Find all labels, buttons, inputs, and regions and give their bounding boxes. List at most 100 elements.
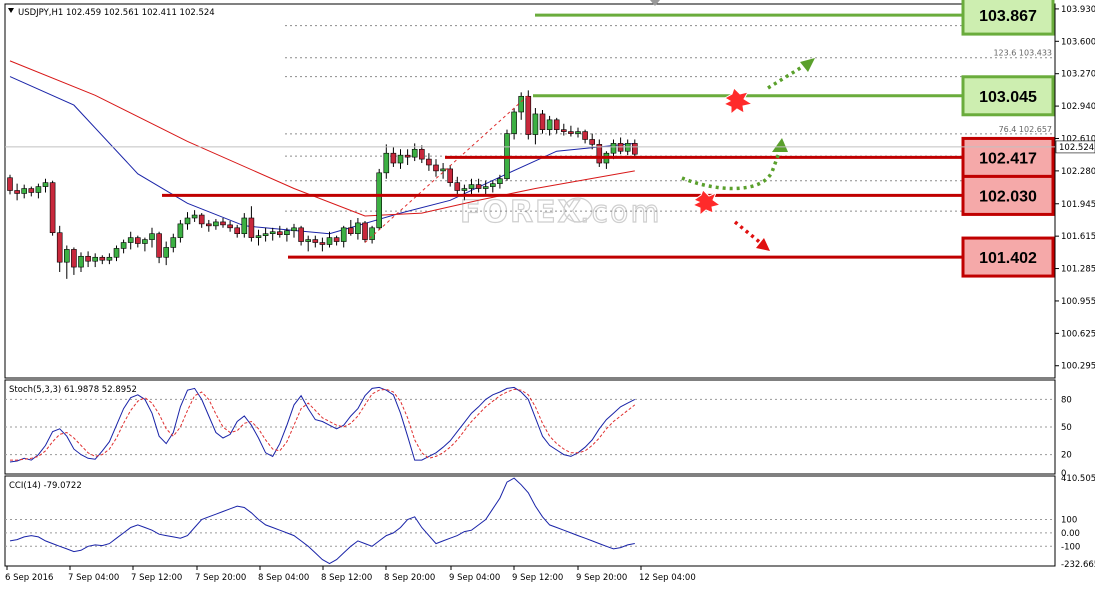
candle-body [454,182,461,191]
candle-body [184,217,191,225]
time-tick-label: 12 Sep 04:00 [639,573,696,583]
candle-body [227,224,233,229]
candle-body [71,249,77,268]
candle-body [582,131,588,140]
candle-body [213,221,219,227]
candle-body [28,188,35,193]
candle-body [568,131,574,134]
candle-body [42,182,49,187]
candle-body [291,227,297,232]
price-tick-label: 100.625 [1061,329,1095,339]
candle-body [468,184,475,189]
candle-body [14,190,20,194]
candle-body [319,242,326,245]
candle-body [589,139,596,145]
candle-body [489,183,496,187]
candle-body [411,148,418,158]
current-price-label: 102.524 [1059,143,1094,153]
candle-body [475,184,482,189]
candle-body [106,256,113,261]
candle-body [404,154,411,158]
candle-body [312,239,319,243]
candle-body [447,168,454,183]
candle-body [355,222,361,235]
candle-body [78,255,84,268]
candle-body [163,247,169,258]
candle-body [560,129,567,132]
candle-body [397,154,404,164]
stoch-tick-label: 20 [1061,451,1072,461]
fib-level-label: 123.6 103.433 [993,49,1052,58]
stoch-label: Stoch(5,3,3) 61.9878 52.8952 [9,385,137,395]
time-tick-label: 9 Sep 12:00 [512,573,563,583]
candle-body [127,237,134,243]
candle-body [135,237,141,244]
candle-body [376,172,383,229]
candle-body [220,221,226,226]
price-tick-label: 100.955 [1061,297,1095,307]
time-tick-label: 7 Sep 20:00 [195,573,246,583]
candle-body [575,131,581,134]
cci-tick-label: 100 [1061,516,1077,526]
time-tick-label: 9 Sep 04:00 [449,573,500,583]
level-label: 102.030 [979,188,1037,205]
background [0,0,1095,588]
symbol-info: USDJPY,H1 102.459 102.561 102.411 102.52… [18,8,215,18]
level-label: 103.867 [979,8,1037,25]
candle-body [390,152,397,164]
candle-body [461,188,468,191]
candle-body [333,237,340,242]
cci-tick-label: -232.665 [1061,560,1095,570]
price-tick-label: 101.615 [1061,232,1095,242]
price-tick-label: 103.270 [1061,70,1095,80]
stoch-tick-label: 50 [1061,423,1072,433]
candle-body [85,255,91,262]
candle-body [525,95,532,135]
candle-body [362,222,368,240]
candle-body [113,248,120,258]
cci-tick-label: -100 [1061,542,1080,552]
candle-body [92,256,98,262]
candle-body [497,178,503,184]
candle-body [532,113,539,135]
candle-body [7,177,13,191]
candle-body [482,186,489,189]
level-label: 101.402 [979,250,1037,267]
candle-body [383,152,390,174]
candle-body [418,148,425,160]
candle-body [262,233,269,236]
candle-body [326,237,333,245]
time-tick-label: 8 Sep 12:00 [321,573,372,583]
candle-body [35,186,42,193]
candle-body [610,143,617,154]
candle-body [426,158,432,166]
chart-canvas: 123.6 103.433 76.4 102.657 103.867 103.045… [0,0,1095,588]
candle-body [191,214,198,219]
time-tick-label: 7 Sep 12:00 [131,573,182,583]
candle-body [276,231,283,235]
candle-body [553,119,560,130]
chart-window: 123.6 103.433 76.4 102.657 103.867 103.045… [0,0,1095,588]
candle-body [511,111,517,134]
candle-body [149,233,155,240]
candle-body [99,256,106,261]
candle-body [518,95,525,113]
time-tick-label: 7 Sep 04:00 [68,573,119,583]
cci-tick-label: 410.505 [1061,474,1095,484]
candle-body [206,223,212,227]
fib-level-label: 76.4 102.657 [999,125,1052,134]
candle-body [298,227,304,242]
candle-body [156,233,162,258]
candle-body [120,242,127,249]
level-label: 103.045 [979,89,1037,106]
candle-body [64,249,70,263]
candle-body [269,231,276,235]
candle-body [255,235,262,238]
candle-body [440,168,446,172]
candle-body [177,223,184,238]
candle-body [631,143,638,155]
price-tick-label: 101.945 [1061,200,1095,210]
price-tick-label: 103.600 [1061,37,1095,47]
stoch-tick-label: 80 [1061,395,1072,405]
forex-watermark: FOREX .com [459,194,660,230]
